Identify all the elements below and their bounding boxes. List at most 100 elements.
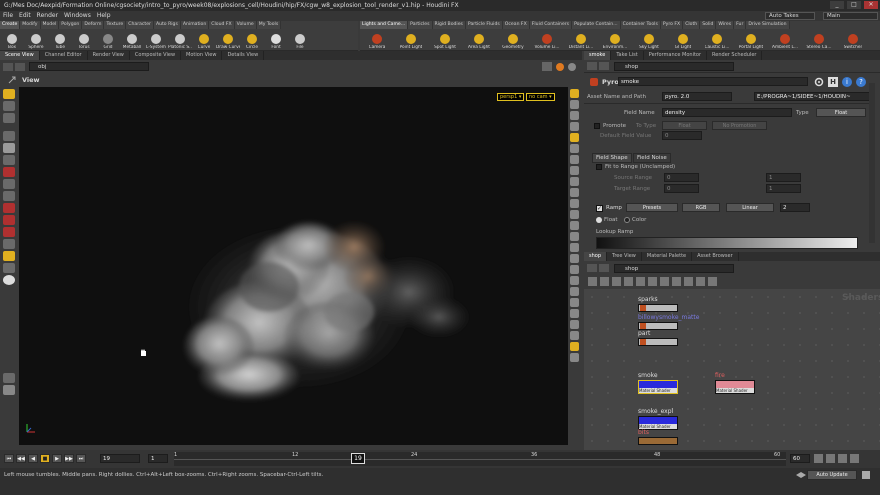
shelf-tool-metaball[interactable]: Metaball (120, 29, 144, 51)
xray-icon[interactable] (570, 166, 579, 175)
forward-icon[interactable] (599, 62, 609, 70)
play-button[interactable]: ▶ (52, 454, 62, 463)
pane-tab-4[interactable]: Motion View (181, 51, 223, 60)
shelf-tab-9[interactable]: Cloud FX (209, 21, 235, 29)
pane-tab-3[interactable]: Render Scheduler (707, 51, 763, 60)
pivot-tool-icon[interactable] (3, 251, 15, 261)
presets-dropdown[interactable]: Presets (626, 203, 678, 212)
param-scrollbar[interactable] (869, 83, 875, 243)
menu-windows[interactable]: Windows (61, 11, 94, 21)
normals-icon[interactable] (570, 177, 579, 186)
node-bits[interactable]: bits (638, 429, 678, 445)
back-icon[interactable] (587, 62, 597, 70)
viewport-path[interactable]: obj (29, 62, 149, 71)
settings-icon[interactable] (3, 385, 15, 395)
snapshot-icon[interactable] (568, 62, 576, 71)
layout-icon[interactable] (612, 277, 621, 286)
ramp-checkbox[interactable]: ✓ (596, 205, 603, 212)
shelf-tab-8[interactable]: Pyro FX (660, 21, 684, 29)
frame-icon[interactable] (570, 309, 579, 318)
shelf-tool-spot-light[interactable]: Spot Light (428, 29, 462, 51)
lighting-icon[interactable] (570, 111, 579, 120)
pane-tab-2[interactable]: Render View (88, 51, 130, 60)
node-body[interactable]: Material Shader (638, 416, 678, 430)
sticky-note-icon[interactable] (708, 277, 717, 286)
keys-icon[interactable] (826, 454, 835, 463)
node-part[interactable]: part (638, 330, 678, 346)
shelf-tool-environm[interactable]: Environm... (598, 29, 632, 51)
zoom-icon[interactable] (648, 277, 657, 286)
hide-icon[interactable] (570, 276, 579, 285)
selection-mask-icon[interactable] (3, 263, 15, 273)
shelf-tab-6[interactable]: Populate Contain... (572, 21, 621, 29)
timeline-bar[interactable]: 1 12 24 36 48 60 19 (174, 452, 786, 466)
multi-snap-icon[interactable] (3, 239, 15, 249)
playhead[interactable]: 19 (351, 453, 365, 464)
auto-update-dropdown[interactable]: Auto Update (807, 470, 857, 480)
shelf-tool-portal-light[interactable]: Portal Light (734, 29, 768, 51)
node-body[interactable] (638, 437, 678, 445)
minimize-button[interactable]: _ (830, 1, 844, 9)
template-icon[interactable] (570, 221, 579, 230)
maximize-button[interactable]: □ (847, 1, 861, 9)
step-field[interactable] (148, 454, 168, 463)
shape-palette-icon[interactable] (696, 277, 705, 286)
display-options-icon[interactable] (3, 373, 15, 383)
pane-tab-5[interactable]: Details View (222, 51, 265, 60)
prim-snap-icon[interactable] (3, 227, 15, 237)
update-mode-icon[interactable] (795, 471, 807, 479)
curve-snap-icon[interactable] (3, 203, 15, 213)
pane-tab-0[interactable]: smoke (584, 51, 612, 60)
hscript-icon[interactable]: H (828, 77, 838, 87)
persp-menu[interactable]: persp1 ▾ (497, 93, 525, 101)
shelf-tool-switcher[interactable]: Switcher (836, 29, 870, 51)
grid-snap-icon[interactable] (3, 191, 15, 201)
show-icon[interactable] (570, 287, 579, 296)
step-back-button[interactable]: ◀◀ (16, 454, 26, 463)
snapshot-view-icon[interactable] (570, 342, 579, 351)
node-body[interactable] (638, 304, 678, 312)
target-range-max[interactable] (766, 184, 801, 193)
pin-icon[interactable] (8, 76, 16, 84)
point-snap-icon[interactable] (3, 215, 15, 225)
camera-menu[interactable]: no cam ▾ (526, 93, 555, 101)
shelf-tab-4[interactable]: Ocean FX (502, 21, 530, 29)
shelf-tab-6[interactable]: Character (126, 21, 154, 29)
menu-file[interactable]: File (0, 11, 16, 21)
snap-tool-icon[interactable] (3, 179, 15, 189)
source-range-min[interactable] (664, 173, 699, 182)
tab-field-shape[interactable]: Field Shape (592, 153, 632, 163)
lock-camera-icon[interactable] (570, 89, 579, 98)
shelf-tab-11[interactable]: Wires (716, 21, 735, 29)
shelf-tool-ambient-l[interactable]: Ambient L... (768, 29, 802, 51)
pane-tab-2[interactable]: Performance Monitor (644, 51, 708, 60)
close-button[interactable]: ✕ (864, 1, 878, 9)
handle-tool-icon[interactable] (3, 113, 15, 123)
visibility-icon[interactable] (570, 232, 579, 241)
shelf-tool-camera[interactable]: Camera (360, 29, 394, 51)
ghost-icon[interactable] (570, 133, 579, 142)
network-tab-2[interactable]: Material Palette (642, 252, 693, 261)
render-icon[interactable] (556, 62, 564, 71)
node-body[interactable] (638, 322, 678, 330)
shelf-tab-0[interactable]: Create (0, 21, 21, 29)
shelf-tool-grid[interactable]: Grid (96, 29, 120, 51)
back-icon[interactable] (3, 62, 13, 71)
isolate-icon[interactable] (570, 298, 579, 307)
to-type-dropdown[interactable]: Float (662, 121, 707, 130)
view-tool-icon[interactable] (3, 131, 15, 141)
shelf-tool-torus[interactable]: Torus (72, 29, 96, 51)
menu-help[interactable]: Help (94, 11, 114, 21)
default-field-input[interactable] (662, 131, 702, 140)
shelf-tool-geometry[interactable]: Geometry (496, 29, 530, 51)
shelf-tool-circle[interactable]: Circle (240, 29, 264, 51)
shelf-tab-9[interactable]: Cloth (683, 21, 701, 29)
shelf-tab-13[interactable]: Drive Simulation (746, 21, 790, 29)
ramp-widget[interactable] (596, 237, 858, 249)
filter-icon[interactable] (672, 277, 681, 286)
shelf-tab-12[interactable]: Fur (734, 21, 747, 29)
color-radio[interactable] (624, 217, 630, 223)
console-icon[interactable] (862, 471, 870, 479)
shelf-tool-curve[interactable]: Curve (192, 29, 216, 51)
list-mode-icon[interactable] (588, 277, 597, 286)
